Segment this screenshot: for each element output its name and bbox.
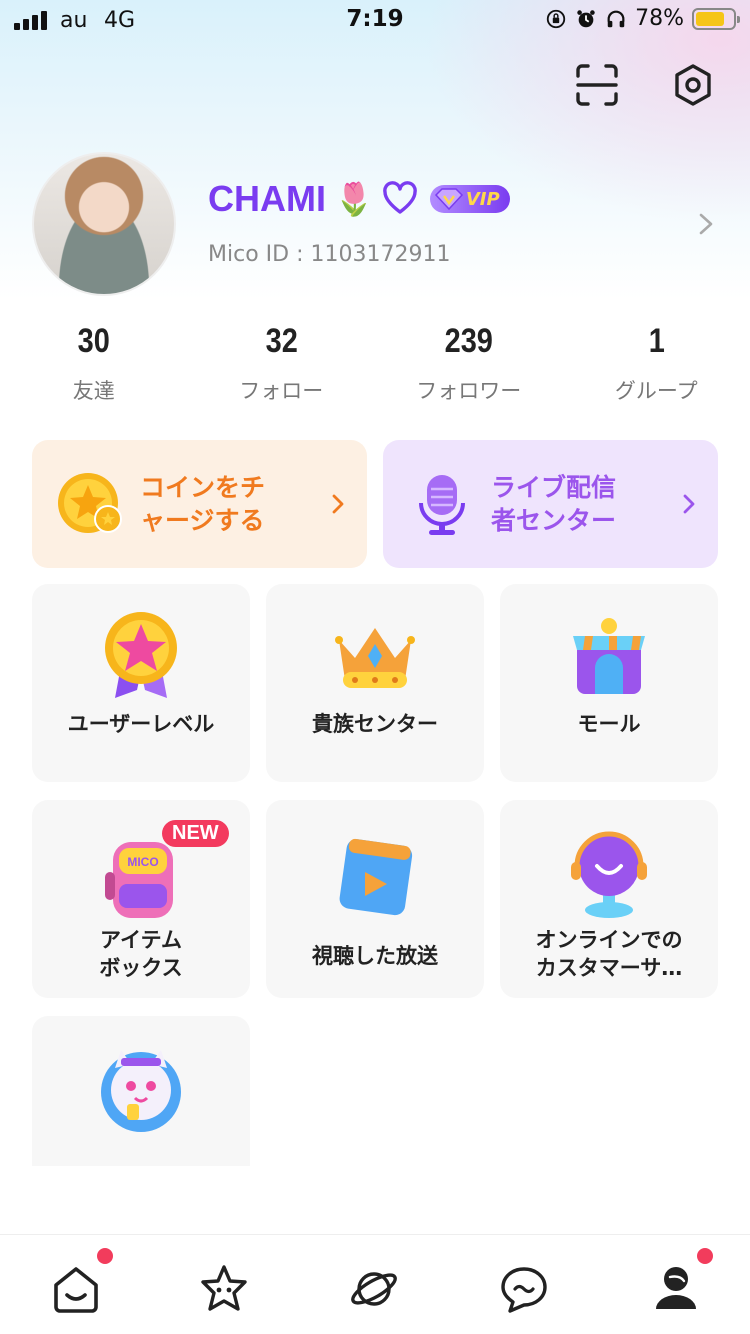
stat-label: フォロワー bbox=[416, 379, 522, 403]
support-headset-icon bbox=[571, 831, 647, 918]
star-face-icon[interactable] bbox=[198, 1263, 250, 1315]
stat-friends[interactable]: 30 友達 bbox=[0, 322, 188, 405]
diamond-icon bbox=[434, 188, 463, 211]
vip-label: VIP bbox=[465, 188, 500, 210]
heart-icon bbox=[383, 181, 417, 214]
live-card-line1: ライブ配信 bbox=[491, 473, 617, 502]
video-play-icon bbox=[339, 838, 413, 916]
tile-user-level[interactable]: ユーザーレベル bbox=[32, 584, 250, 782]
tile-mall[interactable]: モール bbox=[500, 584, 718, 782]
stat-label: 友達 bbox=[72, 379, 115, 403]
status-bar: au 4G 7:19 78% bbox=[0, 0, 750, 42]
live-card-text: ライブ配信 者センター bbox=[491, 471, 651, 537]
tile-watched-broadcasts[interactable]: 視聴した放送 bbox=[266, 800, 484, 998]
profile-icon[interactable] bbox=[650, 1263, 702, 1315]
vip-badge[interactable]: VIP bbox=[429, 185, 510, 213]
coin-card-text: コインをチ ャージする bbox=[140, 471, 300, 537]
crown-icon bbox=[335, 628, 415, 688]
notification-dot bbox=[97, 1248, 113, 1264]
stat-label: グループ bbox=[614, 379, 698, 403]
battery-fill bbox=[696, 11, 725, 26]
tile-label-line2: ボックス bbox=[99, 956, 183, 980]
avatar[interactable] bbox=[32, 152, 176, 296]
coin-icon bbox=[58, 473, 122, 533]
tile-label: モール bbox=[577, 712, 641, 736]
headphones-icon bbox=[607, 10, 625, 27]
tile-label: オンラインでの カスタマーサ… bbox=[510, 926, 708, 982]
chevron-right-icon bbox=[332, 494, 344, 514]
tile-label-line1: オンラインでの bbox=[535, 928, 683, 952]
user-name: CHAMI bbox=[208, 178, 326, 219]
tile-label-line1: アイテム bbox=[100, 928, 182, 952]
chevron-right-icon[interactable] bbox=[696, 212, 716, 236]
stat-value: 30 bbox=[77, 322, 110, 360]
battery-percent: 78% bbox=[635, 6, 684, 31]
live-card-line2: 者センター bbox=[491, 506, 617, 535]
stat-value: 32 bbox=[265, 322, 298, 360]
tile-label-line2: カスタマーサ… bbox=[535, 956, 683, 980]
microphone-icon bbox=[419, 475, 465, 535]
settings-icon[interactable] bbox=[670, 62, 716, 108]
alarm-icon bbox=[577, 9, 595, 27]
planet-icon[interactable] bbox=[348, 1263, 400, 1315]
cat-mascot-icon bbox=[101, 1050, 181, 1132]
tile-noble-center[interactable]: 貴族センター bbox=[266, 584, 484, 782]
bottom-nav bbox=[0, 1234, 750, 1334]
tile-label: 視聴した放送 bbox=[312, 944, 438, 968]
stat-following[interactable]: 32 フォロー bbox=[188, 322, 376, 405]
mico-id: Mico ID : 1103172911 bbox=[208, 242, 451, 267]
tulip-emoji: 🌷 bbox=[333, 180, 374, 218]
tile-label: アイテム ボックス bbox=[42, 926, 240, 982]
tile-cat-event[interactable] bbox=[32, 1016, 250, 1166]
coin-recharge-card[interactable]: コインをチ ャージする bbox=[32, 440, 367, 568]
profile-name-row[interactable]: CHAMI 🌷 VIP bbox=[208, 178, 510, 220]
level-medal-icon bbox=[105, 612, 177, 698]
scan-icon[interactable] bbox=[574, 62, 620, 108]
stat-label: フォロー bbox=[239, 379, 324, 403]
stat-groups[interactable]: 1 グループ bbox=[563, 322, 750, 405]
notification-dot bbox=[697, 1248, 713, 1264]
tile-label: ユーザーレベル bbox=[67, 712, 215, 736]
chevron-right-icon bbox=[683, 494, 695, 514]
live-host-center-card[interactable]: ライブ配信 者センター bbox=[383, 440, 718, 568]
tile-online-support[interactable]: オンラインでの カスタマーサ… bbox=[500, 800, 718, 998]
shop-icon bbox=[573, 618, 645, 694]
stats-row: 30 友達 32 フォロー 239 フォロワー 1 グループ bbox=[0, 322, 750, 405]
coin-card-line1: コインをチ bbox=[140, 473, 266, 502]
tile-label: 貴族センター bbox=[312, 712, 438, 736]
rotation-lock-icon bbox=[546, 9, 566, 28]
coin-card-line2: ャージする bbox=[140, 506, 265, 535]
new-badge: NEW bbox=[162, 820, 229, 847]
home-icon[interactable] bbox=[50, 1263, 102, 1315]
svg-text:MICO: MICO bbox=[127, 855, 158, 869]
stat-followers[interactable]: 239 フォロワー bbox=[375, 322, 563, 405]
stat-value: 239 bbox=[444, 322, 493, 360]
stat-value: 1 bbox=[648, 322, 665, 360]
battery-icon bbox=[692, 7, 740, 30]
chat-icon[interactable] bbox=[498, 1263, 550, 1315]
tile-item-box[interactable]: MICO NEW アイテム ボックス bbox=[32, 800, 250, 998]
